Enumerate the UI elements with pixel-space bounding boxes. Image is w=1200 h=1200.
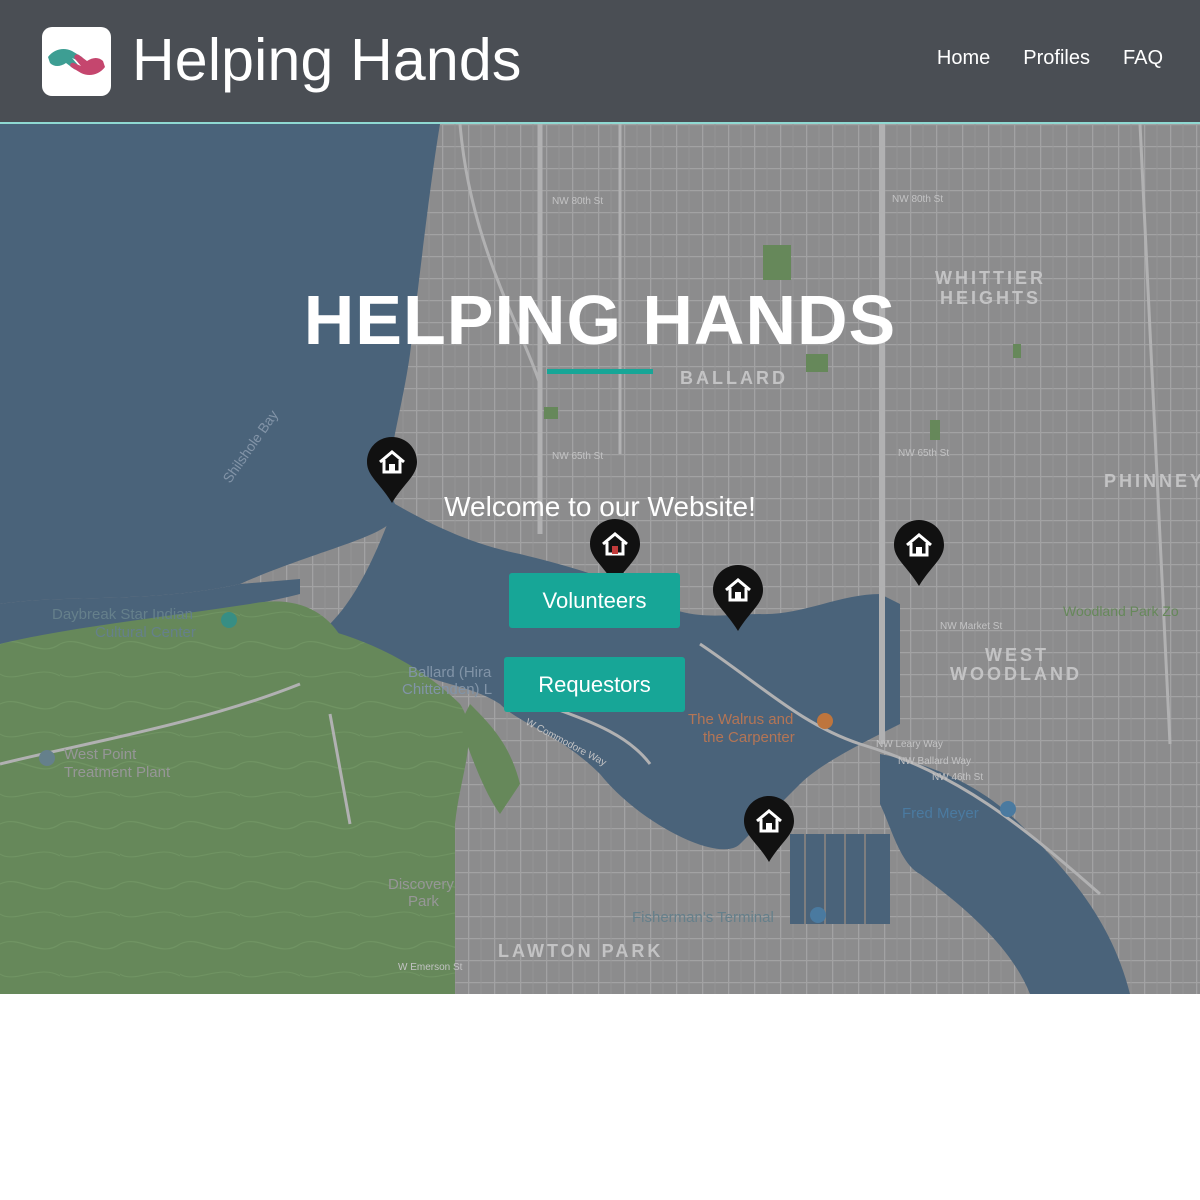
map-label-walrus: The Walrus and	[688, 711, 793, 728]
map-label-nwballard: NW Ballard Way	[898, 756, 971, 767]
map-label-daybreak: Daybreak Star Indian	[52, 606, 193, 623]
map-label-westpoint: West Point	[64, 746, 137, 763]
map-label-discovery-2: Park	[408, 893, 439, 910]
home-pin-icon[interactable]	[892, 518, 946, 588]
hero-section: NW 80th St NW 80th St WHITTIER HEIGHTS B…	[0, 124, 1200, 994]
hero-title: HELPING HANDS	[303, 281, 897, 359]
map-label-discovery: Discovery	[388, 876, 454, 893]
map-label-locks: Ballard (Hira	[408, 664, 492, 681]
map-label-daybreak-2: Cultural Center	[95, 624, 196, 641]
home-pin-icon[interactable]	[711, 563, 765, 633]
map-label-woodland: WOODLAND	[950, 664, 1082, 684]
map-label-ballard: BALLARD	[680, 368, 788, 388]
nav-home-link[interactable]: Home	[937, 44, 990, 72]
nav-faq-link[interactable]: FAQ	[1123, 44, 1163, 72]
requestors-button[interactable]: Requestors	[504, 657, 685, 712]
helping-hands-logo-icon[interactable]	[42, 27, 111, 96]
map-label-phinney: PHINNEY	[1104, 471, 1200, 491]
home-pin-icon[interactable]	[742, 794, 796, 864]
map-label-nwleary: NW Leary Way	[876, 739, 943, 750]
map-label-west: WEST	[985, 645, 1049, 665]
map-label-woodland-park: Woodland Park Zo	[1063, 603, 1179, 619]
main-nav: Home Profiles FAQ	[937, 44, 1163, 72]
map-label-walrus-2: the Carpenter	[703, 729, 795, 746]
map-label-westpoint-2: Treatment Plant	[64, 764, 171, 781]
brand-title[interactable]: Helping Hands	[132, 24, 522, 96]
map-label-fisherman: Fisherman's Terminal	[632, 909, 774, 926]
map-label-emerson: W Emerson St	[398, 962, 463, 973]
map-label-locks-2: Chittenden) L	[402, 681, 492, 698]
map-label-fredmeyer: Fred Meyer	[902, 805, 979, 822]
map-label-nw80: NW 80th St	[552, 196, 603, 207]
map-label-nw65b: NW 65th St	[898, 448, 949, 459]
hero-title-underline	[547, 369, 653, 374]
map-label-nw65: NW 65th St	[552, 451, 603, 462]
nav-profiles-link[interactable]: Profiles	[1023, 44, 1090, 72]
welcome-text: Welcome to our Website!	[444, 491, 756, 522]
map-label-nwmarket: NW Market St	[940, 621, 1002, 632]
map-label-nw46: NW 46th St	[932, 772, 983, 783]
map-label-nw80b: NW 80th St	[892, 194, 943, 205]
map-label-lawton: LAWTON PARK	[498, 941, 663, 961]
volunteers-button[interactable]: Volunteers	[509, 573, 680, 628]
navbar: Helping Hands Home Profiles FAQ	[0, 0, 1200, 124]
